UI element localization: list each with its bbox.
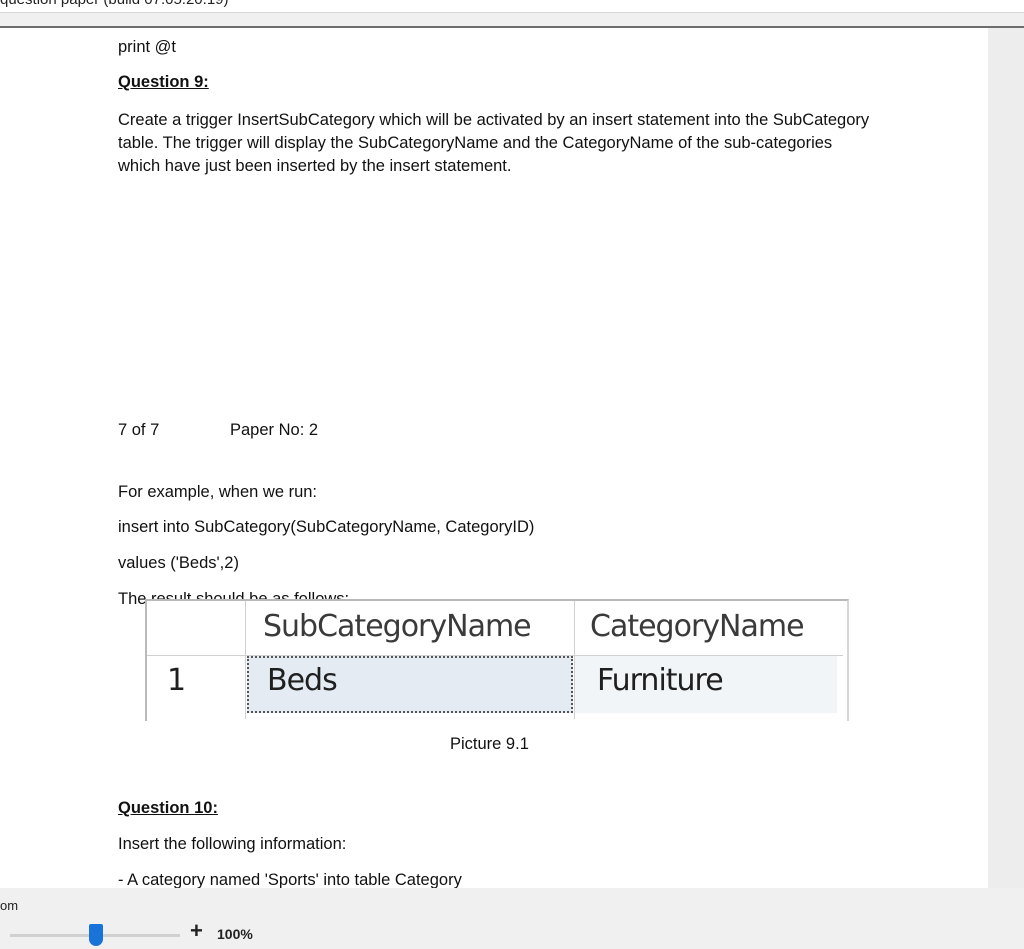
question-10-intro: Insert the following information: xyxy=(118,835,347,853)
zoom-slider-thumb[interactable] xyxy=(89,924,103,946)
grid-divider xyxy=(245,601,246,719)
cell-categoryname: Furniture xyxy=(597,663,724,698)
column-header-categoryname: CategoryName xyxy=(590,609,805,644)
document-page[interactable]: print @t Question 9: Create a trigger In… xyxy=(0,28,988,888)
column-header-subcategoryname: SubCategoryName xyxy=(263,609,532,644)
window-title-bar: question paper (build 07.05.20.19) xyxy=(0,0,1024,13)
zoom-label: om xyxy=(0,898,19,913)
question-9-heading: Question 9: xyxy=(118,73,209,91)
status-bar: om + 100% xyxy=(0,888,1024,949)
question-9-text: Create a trigger InsertSubCategory which… xyxy=(118,111,870,175)
result-grid-picture: SubCategoryName CategoryName 1 Beds Furn… xyxy=(145,599,849,721)
window-title: question paper (build 07.05.20.19) xyxy=(0,0,229,8)
vertical-scrollbar[interactable] xyxy=(988,28,1024,888)
example-intro: For example, when we run: xyxy=(118,483,318,501)
picture-caption: Picture 9.1 xyxy=(450,735,529,753)
zoom-in-button[interactable]: + xyxy=(190,918,203,944)
zoom-value: 100% xyxy=(217,926,253,942)
code-line-print: print @t xyxy=(118,38,177,56)
row-number: 1 xyxy=(167,663,186,698)
paper-number: Paper No: 2 xyxy=(230,421,319,439)
question-10-item-1: - A category named 'Sports' into table C… xyxy=(118,871,462,888)
question-10-heading: Question 10: xyxy=(118,799,218,817)
sql-line-2: values ('Beds',2) xyxy=(118,554,239,572)
page-number: 7 of 7 xyxy=(118,421,160,439)
sql-line-1: insert into SubCategory(SubCategoryName,… xyxy=(118,518,535,536)
cell-subcategoryname: Beds xyxy=(267,663,338,698)
